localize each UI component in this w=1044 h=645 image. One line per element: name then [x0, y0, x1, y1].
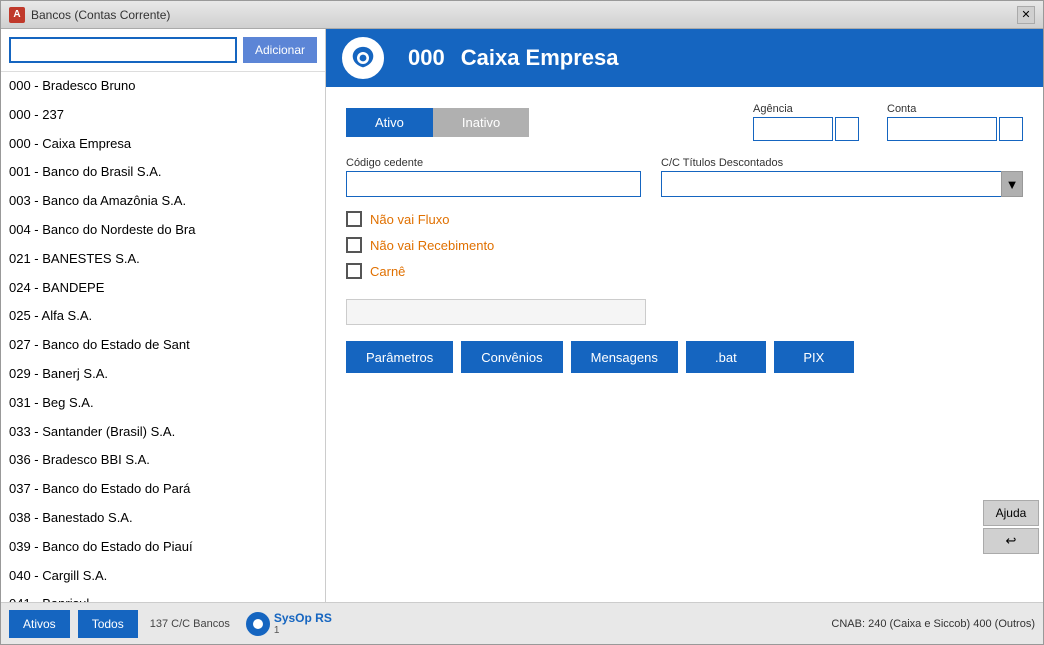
bank-list-item[interactable]: 000 - 237 — [1, 101, 325, 130]
conta-inputs — [887, 117, 1023, 141]
convenios-button[interactable]: Convênios — [461, 341, 562, 373]
checkbox-carne[interactable] — [346, 263, 362, 279]
checkbox-fluxo-label[interactable]: Não vai Fluxo — [370, 212, 449, 227]
agencia-inputs — [753, 117, 859, 141]
bank-list-item[interactable]: 024 - BANDEPE — [1, 274, 325, 303]
conta-input[interactable] — [887, 117, 997, 141]
cedente-group: Código cedente — [346, 157, 641, 197]
main-content: Adicionar 000 - Bradesco Bruno000 - 2370… — [1, 29, 1043, 602]
checkboxes: Não vai Fluxo Não vai Recebimento Carnê — [346, 211, 1023, 279]
checkbox-recebimento[interactable] — [346, 237, 362, 253]
agencia-group: Agência — [753, 103, 859, 141]
help-area: Ajuda ↩ — [983, 500, 1039, 554]
status-inactive-button[interactable]: Inativo — [433, 108, 529, 137]
window-title: Bancos (Contas Corrente) — [31, 8, 1017, 22]
logo-circle — [342, 37, 384, 79]
bank-list-item[interactable]: 033 - Santander (Brasil) S.A. — [1, 418, 325, 447]
mensagens-button[interactable]: Mensagens — [571, 341, 678, 373]
status-active-button[interactable]: Ativo — [346, 108, 433, 137]
search-bar: Adicionar — [1, 29, 325, 72]
pix-button[interactable]: PIX — [774, 341, 854, 373]
bank-list-item[interactable]: 036 - Bradesco BBI S.A. — [1, 446, 325, 475]
add-button[interactable]: Adicionar — [243, 37, 317, 63]
bank-list-item[interactable]: 027 - Banco do Estado de Sant — [1, 331, 325, 360]
left-panel: Adicionar 000 - Bradesco Bruno000 - 2370… — [1, 29, 326, 602]
bank-list-item[interactable]: 025 - Alfa S.A. — [1, 302, 325, 331]
cedente-input[interactable] — [346, 171, 641, 197]
cedente-ccc-row: Código cedente C/C Títulos Descontados ▼ — [346, 157, 1023, 197]
bank-list-item[interactable]: 003 - Banco da Amazônia S.A. — [1, 187, 325, 216]
bank-list-item[interactable]: 021 - BANESTES S.A. — [1, 245, 325, 274]
conta-label: Conta — [887, 103, 1023, 115]
checkbox-recebimento-row: Não vai Recebimento — [346, 237, 1023, 253]
help-back-button[interactable]: ↩ — [983, 528, 1039, 554]
cedente-label: Código cedente — [346, 157, 641, 169]
right-header: 000 Caixa Empresa — [326, 29, 1043, 87]
sysop-logo-icon — [246, 612, 270, 636]
right-body: Ativo Inativo Agência Conta — [326, 87, 1043, 602]
agencia-input[interactable] — [753, 117, 833, 141]
todos-button[interactable]: Todos — [78, 610, 138, 638]
agencia-conta-row: Agência Conta — [753, 103, 1023, 141]
agencia-label: Agência — [753, 103, 859, 115]
extra-input[interactable] — [346, 299, 646, 325]
checkbox-fluxo[interactable] — [346, 211, 362, 227]
bank-list-item[interactable]: 029 - Banerj S.A. — [1, 360, 325, 389]
back-icon: ↩ — [1006, 533, 1017, 549]
checkbox-carne-label[interactable]: Carnê — [370, 264, 405, 279]
bank-list-item[interactable]: 041 - Banrisul — [1, 590, 325, 602]
bank-list-item[interactable]: 000 - Bradesco Bruno — [1, 72, 325, 101]
sysop-text: SysOp RS — [274, 611, 332, 625]
close-button[interactable]: ✕ — [1017, 6, 1035, 24]
bank-list-item[interactable]: 040 - Cargill S.A. — [1, 562, 325, 591]
checkbox-carne-row: Carnê — [346, 263, 1023, 279]
bank-list: 000 - Bradesco Bruno000 - 237000 - Caixa… — [1, 72, 325, 602]
ccc-select-wrapper: ▼ — [661, 171, 1023, 197]
checkbox-fluxo-row: Não vai Fluxo — [346, 211, 1023, 227]
bank-list-item[interactable]: 004 - Banco do Nordeste do Bra — [1, 216, 325, 245]
cnab-text: CNAB: 240 (Caixa e Siccob) 400 (Outros) — [831, 618, 1035, 630]
bank-count: 137 C/C Bancos — [150, 618, 230, 630]
bank-list-item[interactable]: 031 - Beg S.A. — [1, 389, 325, 418]
header-name: Caixa Empresa — [461, 45, 619, 71]
ccc-group: C/C Títulos Descontados ▼ — [661, 157, 1023, 197]
help-button[interactable]: Ajuda — [983, 500, 1039, 526]
status-row: Ativo Inativo Agência Conta — [346, 103, 1023, 141]
action-buttons: Parâmetros Convênios Mensagens .bat PIX — [346, 341, 1023, 373]
search-input[interactable] — [9, 37, 237, 63]
extra-input-row — [346, 299, 1023, 325]
right-wrapper: 000 Caixa Empresa Ativo Inativo Agência — [326, 29, 1043, 602]
sysop-logo-inner — [251, 617, 265, 631]
ccc-select[interactable] — [661, 171, 1023, 197]
bottom-bar: Ativos Todos 137 C/C Bancos SysOp RS 1 C… — [1, 602, 1043, 644]
title-bar: A Bancos (Contas Corrente) ✕ — [1, 1, 1043, 29]
checkbox-recebimento-label[interactable]: Não vai Recebimento — [370, 238, 494, 253]
agencia-digit-input[interactable] — [835, 117, 859, 141]
bank-list-item[interactable]: 038 - Banestado S.A. — [1, 504, 325, 533]
ccc-label: C/C Títulos Descontados — [661, 157, 1023, 169]
parametros-button[interactable]: Parâmetros — [346, 341, 453, 373]
bank-list-item[interactable]: 000 - Caixa Empresa — [1, 130, 325, 159]
bank-list-item[interactable]: 001 - Banco do Brasil S.A. — [1, 158, 325, 187]
sysop-number: 1 — [274, 625, 332, 636]
bat-button[interactable]: .bat — [686, 341, 766, 373]
bank-list-item[interactable]: 039 - Banco do Estado do Piauí — [1, 533, 325, 562]
conta-group: Conta — [887, 103, 1023, 141]
header-code: 000 — [408, 45, 445, 71]
bank-list-item[interactable]: 037 - Banco do Estado do Pará — [1, 475, 325, 504]
sysop-logo-text: SysOp RS 1 — [274, 611, 332, 636]
status-buttons: Ativo Inativo — [346, 108, 529, 137]
sysop-logo: SysOp RS 1 — [246, 611, 332, 636]
app-icon: A — [9, 7, 25, 23]
window: A Bancos (Contas Corrente) ✕ Adicionar 0… — [0, 0, 1044, 645]
conta-digit-input[interactable] — [999, 117, 1023, 141]
ativos-button[interactable]: Ativos — [9, 610, 70, 638]
